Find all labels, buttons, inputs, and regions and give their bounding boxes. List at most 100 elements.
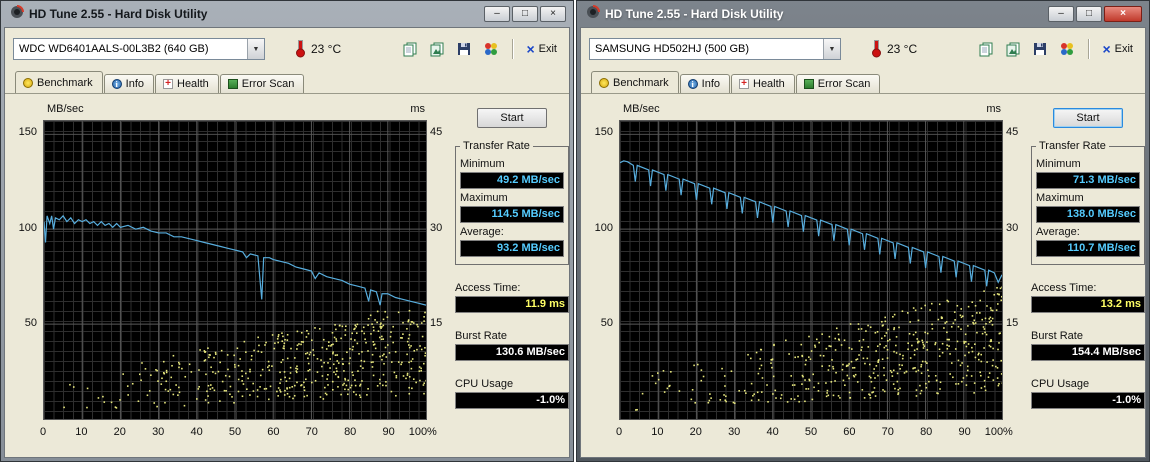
x-axis-tick: 70 (882, 426, 894, 438)
close-button[interactable]: × (540, 6, 566, 22)
color-options-button[interactable] (1055, 37, 1079, 61)
y-axis-tick: 100 (19, 222, 37, 234)
copy-text-button[interactable] (974, 37, 998, 61)
tab-benchmark[interactable]: Benchmark (15, 71, 103, 93)
tab-health[interactable]: + Health (731, 74, 795, 93)
average-label: Average: (1036, 226, 1140, 238)
tab-label: Error Scan (242, 78, 295, 90)
benchmark-panel: MB/sec ms 15010050 453015 01020304050607… (5, 93, 569, 457)
tab-label: Info (126, 78, 144, 90)
toolbar: SAMSUNG HD502HJ (500 GB) ▼ 23 °C (581, 28, 1145, 70)
tab-strip: Benchmark i Info + Health Error Scan (581, 70, 1145, 93)
y-axis-right: 453015 (430, 100, 451, 446)
temperature-indicator: 23 °C (295, 36, 341, 63)
y-axis-tick: 45 (1006, 126, 1018, 138)
cpu-usage-label: CPU Usage (455, 378, 569, 390)
temperature-value: 23 °C (887, 42, 917, 56)
start-button[interactable]: Start (1053, 108, 1123, 128)
y-axis-left: 15010050 (9, 100, 39, 446)
tab-label: Benchmark (613, 77, 669, 89)
x-axis-tick: 20 (114, 426, 126, 438)
x-axis-tick: 60 (267, 426, 279, 438)
average-value: 110.7 MB/sec (1036, 240, 1140, 257)
toolbar-separator (512, 39, 513, 59)
client-area: SAMSUNG HD502HJ (500 GB) ▼ 23 °C (580, 27, 1146, 458)
access-time-value: 13.2 ms (1031, 296, 1145, 313)
transfer-rate-group: Transfer Rate Minimum 71.3 MB/sec Maximu… (1031, 146, 1145, 265)
maximize-button[interactable]: □ (512, 6, 538, 22)
burst-rate-value: 154.4 MB/sec (1031, 344, 1145, 361)
exit-button[interactable]: × Exit (1098, 41, 1137, 57)
app-icon (586, 5, 600, 24)
tab-info[interactable]: i Info (680, 74, 730, 93)
average-value: 93.2 MB/sec (460, 240, 564, 257)
x-axis-tick: 100% (985, 426, 1013, 438)
error-scan-icon (228, 79, 238, 89)
color-options-button[interactable] (479, 37, 503, 61)
benchmark-panel: MB/sec ms 15010050 453015 01020304050607… (581, 93, 1145, 457)
titlebar[interactable]: HD Tune 2.55 - Hard Disk Utility – □ × (4, 1, 570, 27)
benchmark-icon (599, 78, 609, 88)
maximum-value: 138.0 MB/sec (1036, 206, 1140, 223)
drive-select-value: WDC WD6401AALS-00L3B2 (640 GB) (14, 43, 247, 55)
x-axis-tick: 10 (75, 426, 87, 438)
tab-label: Info (702, 78, 720, 90)
results-panel: Start Transfer Rate Minimum 71.3 MB/sec … (1031, 102, 1145, 409)
x-axis: 0102030405060708090100% (9, 424, 451, 440)
burst-rate-label: Burst Rate (1031, 330, 1145, 342)
results-panel: Start Transfer Rate Minimum 49.2 MB/sec … (455, 102, 569, 409)
transfer-rate-group-label: Transfer Rate (460, 140, 533, 152)
tab-health[interactable]: + Health (155, 74, 219, 93)
close-button[interactable]: × (1104, 6, 1142, 22)
y-axis-tick: 50 (25, 317, 37, 329)
y-axis-unit-left: MB/sec (47, 103, 84, 115)
tab-error-scan[interactable]: Error Scan (796, 74, 881, 93)
x-axis-tick: 20 (690, 426, 702, 438)
x-axis-tick: 30 (152, 426, 164, 438)
tab-strip: Benchmark i Info + Health Error Scan (5, 70, 569, 93)
average-label: Average: (460, 226, 564, 238)
access-time-value: 11.9 ms (455, 296, 569, 313)
maximize-button[interactable]: □ (1076, 6, 1102, 22)
benchmark-chart: MB/sec ms 15010050 453015 01020304050607… (585, 100, 1027, 446)
save-button[interactable] (1028, 37, 1052, 61)
save-button[interactable] (452, 37, 476, 61)
copy-image-button[interactable] (1001, 37, 1025, 61)
dropdown-arrow-icon: ▼ (247, 39, 264, 59)
drive-select-value: SAMSUNG HD502HJ (500 GB) (590, 43, 823, 55)
drive-select[interactable]: WDC WD6401AALS-00L3B2 (640 GB) ▼ (13, 38, 265, 60)
y-axis-unit-right: ms (410, 103, 425, 115)
cpu-usage-value: -1.0% (455, 392, 569, 409)
health-icon: + (739, 79, 749, 89)
maximum-label: Maximum (1036, 192, 1140, 204)
minimum-label: Minimum (1036, 158, 1140, 170)
copy-text-button[interactable] (398, 37, 422, 61)
y-axis-tick: 15 (430, 317, 442, 329)
y-axis-unit-right: ms (986, 103, 1001, 115)
copy-image-button[interactable] (425, 37, 449, 61)
benchmark-chart: MB/sec ms 15010050 453015 01020304050607… (9, 100, 451, 446)
y-axis-tick: 100 (595, 222, 613, 234)
x-axis-tick: 50 (805, 426, 817, 438)
chart-plot (619, 120, 1003, 420)
client-area: WDC WD6401AALS-00L3B2 (640 GB) ▼ 23 °C (4, 27, 570, 458)
start-button[interactable]: Start (477, 108, 547, 128)
y-axis-tick: 30 (430, 222, 442, 234)
minimize-button[interactable]: – (484, 6, 510, 22)
minimum-label: Minimum (460, 158, 564, 170)
x-axis-tick: 70 (306, 426, 318, 438)
info-icon: i (112, 79, 122, 89)
tab-label: Health (753, 78, 785, 90)
tab-info[interactable]: i Info (104, 74, 154, 93)
tab-benchmark[interactable]: Benchmark (591, 71, 679, 93)
exit-label: Exit (1115, 43, 1133, 55)
tab-error-scan[interactable]: Error Scan (220, 74, 305, 93)
hdtune-window-right: HD Tune 2.55 - Hard Disk Utility – □ × S… (576, 0, 1150, 462)
minimize-button[interactable]: – (1048, 6, 1074, 22)
y-axis-tick: 50 (601, 317, 613, 329)
x-axis-tick: 30 (728, 426, 740, 438)
titlebar[interactable]: HD Tune 2.55 - Hard Disk Utility – □ × (580, 1, 1146, 27)
temperature-indicator: 23 °C (871, 36, 917, 63)
drive-select[interactable]: SAMSUNG HD502HJ (500 GB) ▼ (589, 38, 841, 60)
exit-button[interactable]: × Exit (522, 41, 561, 57)
